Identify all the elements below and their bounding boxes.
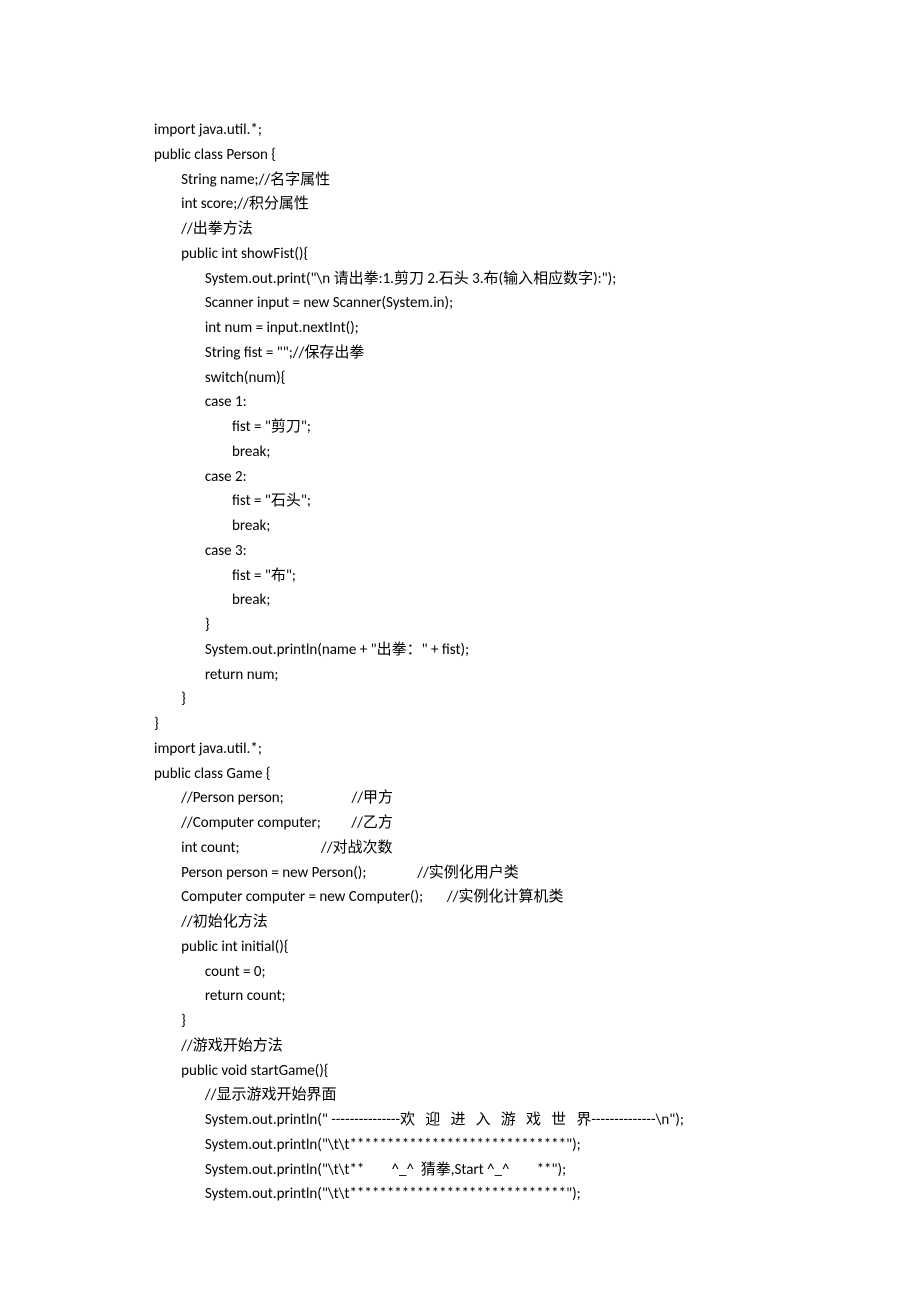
code-line: System.out.println("\t\t** ^_^ 猜拳,Start … xyxy=(154,1158,854,1183)
code-line: String name;//名字属性 xyxy=(154,168,854,193)
code-line: } xyxy=(154,687,854,712)
code-line: count = 0; xyxy=(154,960,854,985)
code-line: int score;//积分属性 xyxy=(154,192,854,217)
code-line: case 1: xyxy=(154,390,854,415)
code-line: int count; //对战次数 xyxy=(154,836,854,861)
code-line: System.out.print("\n 请出拳:1.剪刀 2.石头 3.布(输… xyxy=(154,267,854,292)
code-block: import java.util.*;public class Person {… xyxy=(154,118,854,1207)
code-line: return num; xyxy=(154,663,854,688)
code-line: fist = "布"; xyxy=(154,564,854,589)
code-line: return count; xyxy=(154,984,854,1009)
code-line: //游戏开始方法 xyxy=(154,1034,854,1059)
code-line: String fist = "";//保存出拳 xyxy=(154,341,854,366)
code-line: } xyxy=(154,613,854,638)
code-line: fist = "剪刀"; xyxy=(154,415,854,440)
code-line: break; xyxy=(154,514,854,539)
code-line: //显示游戏开始界面 xyxy=(154,1083,854,1108)
code-line: //初始化方法 xyxy=(154,910,854,935)
code-line: //出拳方法 xyxy=(154,217,854,242)
code-line: public int showFist(){ xyxy=(154,242,854,267)
code-line: } xyxy=(154,1009,854,1034)
document-page: import java.util.*;public class Person {… xyxy=(0,0,854,1207)
code-line: System.out.println(" ---------------欢 迎 … xyxy=(154,1108,854,1133)
code-line: public class Person { xyxy=(154,143,854,168)
code-line: case 3: xyxy=(154,539,854,564)
code-line: break; xyxy=(154,588,854,613)
code-line: public int initial(){ xyxy=(154,935,854,960)
code-line: switch(num){ xyxy=(154,366,854,391)
code-line: //Person person; //甲方 xyxy=(154,786,854,811)
code-line: break; xyxy=(154,440,854,465)
code-line: case 2: xyxy=(154,465,854,490)
code-line: public void startGame(){ xyxy=(154,1059,854,1084)
code-line: public class Game { xyxy=(154,762,854,787)
code-line: fist = "石头"; xyxy=(154,489,854,514)
code-line: //Computer computer; //乙方 xyxy=(154,811,854,836)
code-line: Computer computer = new Computer(); //实例… xyxy=(154,885,854,910)
code-line: int num = input.nextInt(); xyxy=(154,316,854,341)
code-line: System.out.println("\t\t****************… xyxy=(154,1133,854,1158)
code-line: } xyxy=(154,712,854,737)
code-line: System.out.println("\t\t****************… xyxy=(154,1182,854,1207)
code-line: System.out.println(name + "出拳：" + fist); xyxy=(154,638,854,663)
code-line: import java.util.*; xyxy=(154,737,854,762)
code-line: Scanner input = new Scanner(System.in); xyxy=(154,291,854,316)
code-line: Person person = new Person(); //实例化用户类 xyxy=(154,861,854,886)
code-line: import java.util.*; xyxy=(154,118,854,143)
